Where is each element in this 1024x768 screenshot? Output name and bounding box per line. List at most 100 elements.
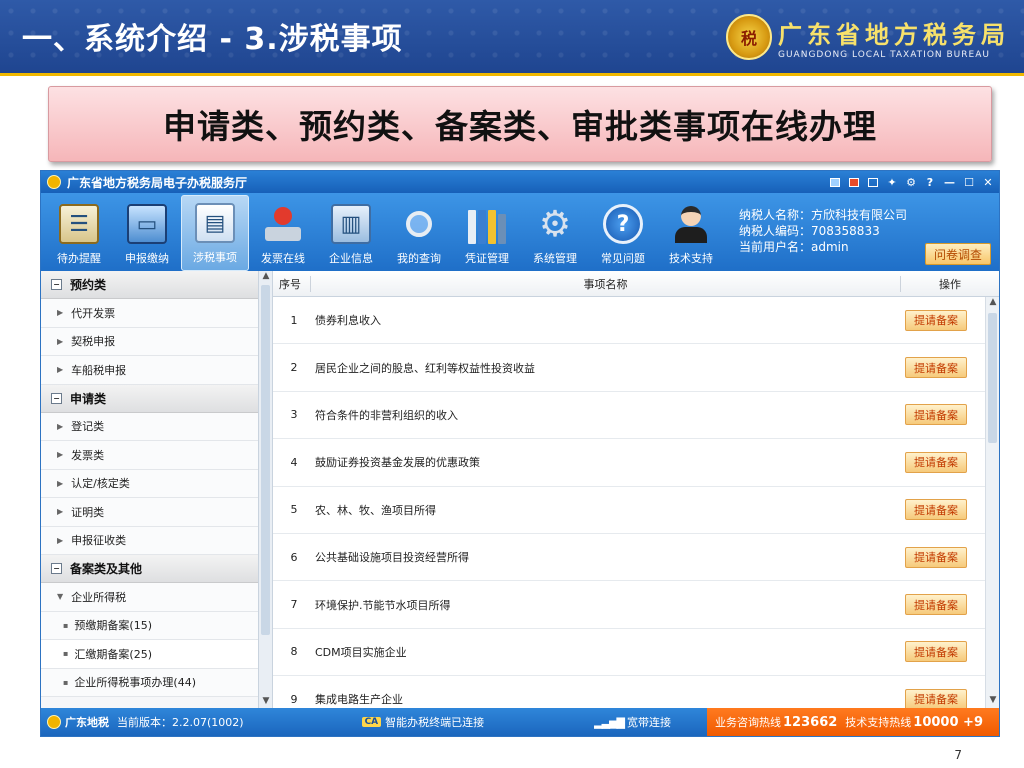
sidebar-item-label: 代开发票: [71, 306, 116, 320]
slide-title: 一、系统介绍 - 3.涉税事项: [22, 22, 403, 57]
feature-banner: 申请类、预约类、备案类、审批类事项在线办理: [48, 86, 992, 162]
settings-icon[interactable]: ⚙: [906, 176, 916, 189]
toolbar-system[interactable]: ⚙ 系统管理: [521, 195, 589, 271]
toolbar-label: 待办提醒: [57, 252, 101, 265]
toolbar-voucher[interactable]: 凭证管理: [453, 195, 521, 271]
sidebar-item[interactable]: ▶ 发票类: [41, 441, 258, 470]
row-name: 鼓励证券投资基金发展的优惠政策: [315, 456, 480, 470]
toolbar-label: 常见问题: [601, 252, 645, 265]
sidebar-group-filing[interactable]: − 备案类及其他: [41, 555, 258, 583]
help-small-icon[interactable]: ?: [925, 176, 935, 189]
triangle-right-icon: ▶: [57, 308, 64, 318]
page-number: 7: [954, 748, 962, 762]
row-no: 7: [290, 598, 298, 612]
row-no: 8: [290, 645, 298, 659]
sidebar-scroll-thumb[interactable]: [261, 285, 270, 635]
apply-filing-button[interactable]: 提请备案: [905, 357, 967, 379]
sidebar-item[interactable]: ▶ 代开发票: [41, 299, 258, 328]
triangle-right-icon: ▶: [57, 450, 64, 460]
sidebar-item-label: 登记类: [71, 420, 105, 434]
table-scrollbar[interactable]: ▲ ▼: [985, 297, 999, 709]
sidebar-subitem[interactable]: ▪ 企业所得税事项办理(44): [41, 668, 258, 697]
slide-header: 一、系统介绍 - 3.涉税事项 税 广东省地方税务局 GUANGDONG LOC…: [0, 0, 1024, 76]
folder-icon: [467, 204, 507, 244]
minimize-icon[interactable]: —: [944, 176, 955, 189]
sidebar-item[interactable]: ▶ 申报征收类: [41, 526, 258, 555]
apply-filing-button[interactable]: 提请备案: [905, 594, 967, 616]
maximize-icon[interactable]: ☐: [964, 176, 974, 189]
apply-filing-button[interactable]: 提请备案: [905, 688, 967, 709]
triangle-right-icon: ▶: [57, 365, 64, 375]
app-logo-icon: [47, 175, 61, 189]
row-name: 居民企业之间的股息、红利等权益性投资收益: [315, 361, 535, 375]
sidebar-group-appointment[interactable]: − 预约类: [41, 271, 258, 299]
skin-icon[interactable]: [830, 177, 840, 187]
collapse-icon[interactable]: −: [51, 563, 62, 574]
close-icon[interactable]: ✕: [983, 176, 993, 189]
toolbar-company-info[interactable]: ▥ 企业信息: [317, 195, 385, 271]
scroll-up-icon[interactable]: ▲: [259, 271, 273, 284]
apply-filing-button[interactable]: 提请备案: [905, 451, 967, 473]
sidebar-item-label: 认定/核定类: [71, 477, 130, 491]
row-no: 2: [290, 361, 298, 375]
toolbar-label: 我的查询: [397, 252, 441, 265]
apply-filing-button[interactable]: 提请备案: [905, 641, 967, 663]
bureau-name-cn: 广东省地方税务局: [778, 20, 1010, 49]
content-area: − 预约类 ▶ 代开发票 ▶ 契税申报 ▶ 车船税申报 − 申请类 ▶ 登记类 ▶ 发票类…: [41, 271, 999, 709]
building-icon: ▥: [331, 204, 371, 244]
status-bar: 广东地税 当前版本：2.2.07(1002) CA 智能办税终端已连接 ▂▃▅▇…: [41, 708, 999, 736]
apply-filing-button[interactable]: 提请备案: [905, 404, 967, 426]
sidebar-item[interactable]: ▶ 车船税申报: [41, 356, 258, 385]
sidebar-item-expanded[interactable]: ▼ 企业所得税: [41, 583, 258, 612]
taxpayer-name: 纳税人名称：方欣科技有限公司: [739, 208, 908, 222]
scroll-down-icon[interactable]: ▼: [986, 695, 999, 709]
toolbar-tax-matters[interactable]: ▤ 涉税事项: [181, 195, 249, 271]
sidebar-item-label: 车船税申报: [71, 363, 127, 377]
collapse-icon[interactable]: −: [51, 392, 62, 404]
survey-button[interactable]: 问卷调查: [925, 243, 991, 265]
sidebar-scrollbar[interactable]: ▲ ▼: [259, 271, 273, 709]
hotline-panel: 业务咨询热线 123662 技术支持热线 10000 +9: [707, 708, 999, 736]
bullet-icon: ▪: [63, 677, 69, 687]
sidebar-item[interactable]: ▶ 证明类: [41, 498, 258, 527]
computer-icon: ▭: [127, 204, 167, 244]
triangle-right-icon: ▶: [57, 336, 64, 346]
sidebar-group-application[interactable]: − 申请类: [41, 384, 258, 413]
toolbar-todo[interactable]: ☰ 待办提醒: [45, 195, 113, 271]
apply-filing-button[interactable]: 提请备案: [905, 546, 967, 568]
triangle-right-icon: ▶: [57, 478, 64, 488]
toolbar-support[interactable]: 技术支持: [657, 195, 725, 271]
sidebar-item-label: 申报征收类: [71, 534, 127, 548]
status-brand: 广东地税: [65, 716, 109, 729]
row-name: CDM项目实施企业: [315, 645, 407, 659]
toolbar-faq[interactable]: ? 常见问题: [589, 195, 657, 271]
table-row: 7 环境保护.节能节水项目所得 提请备案: [273, 581, 985, 629]
toolbar-declare[interactable]: ▭ 申报缴纳: [113, 195, 181, 271]
table-header: 序号 事项名称 操作: [273, 271, 999, 297]
terminal-connection-status: 智能办税终端已连接: [385, 716, 485, 729]
row-no: 5: [290, 503, 298, 517]
sidebar-item[interactable]: ▶ 登记类: [41, 412, 258, 441]
window-controls: ✦ ⚙ ? — ☐ ✕: [830, 176, 993, 189]
toolbar-query[interactable]: 我的查询: [385, 195, 453, 271]
sidebar-item[interactable]: ▶ 契税申报: [41, 327, 258, 356]
app-titlebar: 广东省地方税务局电子办税服务厅 ✦ ⚙ ? — ☐ ✕: [41, 171, 999, 193]
table-scroll-thumb[interactable]: [988, 313, 997, 443]
collapse-icon[interactable]: −: [51, 279, 62, 290]
apply-filing-button[interactable]: 提请备案: [905, 499, 967, 521]
bullet-icon: ▪: [63, 649, 69, 659]
scroll-up-icon[interactable]: ▲: [986, 297, 999, 311]
toolbar-invoice[interactable]: 发票在线: [249, 195, 317, 271]
apply-filing-button[interactable]: 提请备案: [905, 309, 967, 331]
sidebar-subitem-selected[interactable]: ▪ 汇缴期备案(25): [41, 640, 258, 669]
theme-icon[interactable]: [849, 177, 859, 187]
current-user: 当前用户名：admin: [739, 240, 849, 254]
row-name: 集成电路生产企业: [315, 693, 403, 707]
table-row: 2 居民企业之间的股息、红利等权益性投资收益 提请备案: [273, 344, 985, 392]
sidebar-item-label: 证明类: [71, 505, 105, 519]
layout-icon[interactable]: [868, 177, 878, 187]
sidebar-item[interactable]: ▶ 认定/核定类: [41, 469, 258, 498]
sidebar-subitem[interactable]: ▪ 预缴期备案(15): [41, 611, 258, 640]
table-row: 3 符合条件的非营利组织的收入 提请备案: [273, 392, 985, 440]
shirt-icon[interactable]: ✦: [887, 176, 897, 189]
